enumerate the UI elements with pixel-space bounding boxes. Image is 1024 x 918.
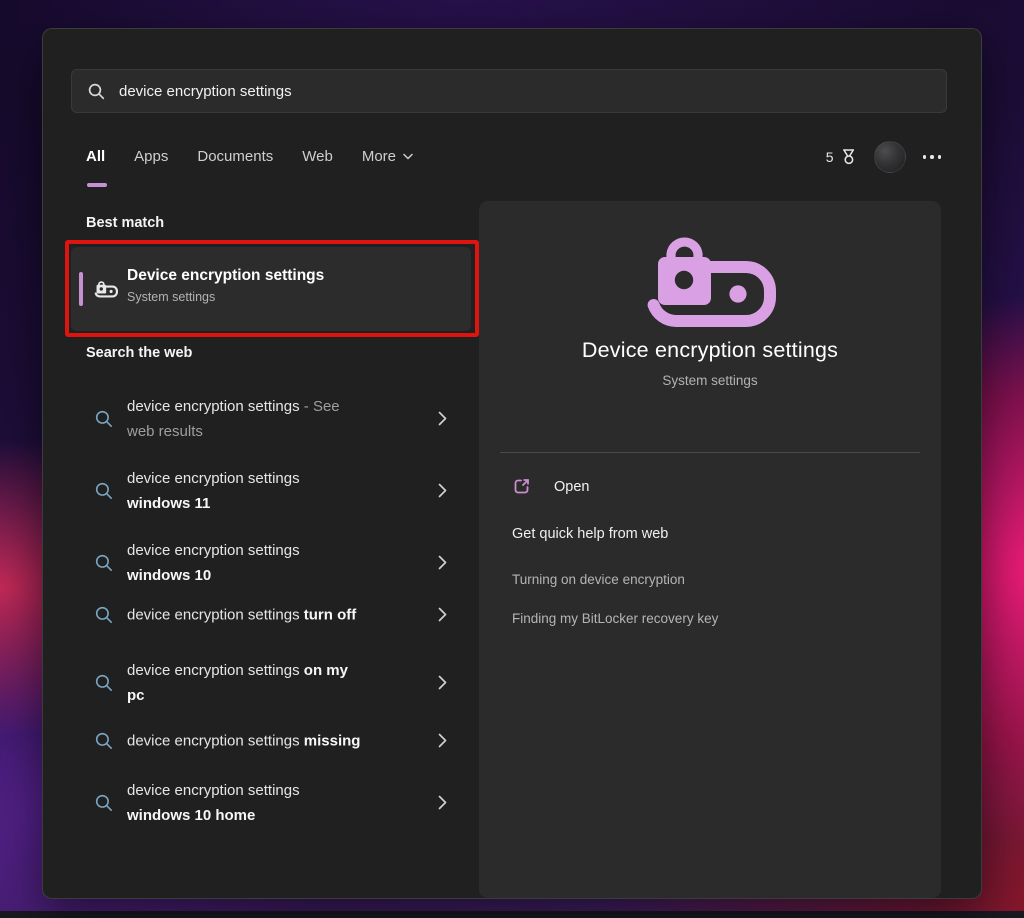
windows-search-flyout: All Apps Documents Web More <box>42 28 982 899</box>
search-icon <box>95 482 113 500</box>
search-icon <box>95 674 113 692</box>
divider <box>500 452 920 453</box>
search-icon <box>88 83 105 100</box>
device-encryption-icon <box>94 281 118 298</box>
search-input[interactable] <box>119 82 930 100</box>
search-icon <box>95 732 113 750</box>
best-match-subtitle: System settings <box>127 290 216 304</box>
chevron-right-icon <box>438 555 447 570</box>
preview-title: Device encryption settings <box>581 338 839 362</box>
rewards-trophy-icon <box>839 148 857 166</box>
search-icon <box>95 606 113 624</box>
desktop-wallpaper: All Apps Documents Web More <box>0 0 1024 918</box>
selection-accent-bar <box>79 272 83 306</box>
best-match-header: Best match <box>86 215 165 231</box>
quick-help-header: Get quick help from web <box>512 526 669 542</box>
best-match-title: Device encryption settings <box>127 267 325 284</box>
web-search-item[interactable]: device encryption settings on my pc <box>71 651 471 715</box>
header-right-cluster: 5 <box>826 140 941 174</box>
tab-web[interactable]: Web <box>302 148 333 179</box>
chevron-down-icon <box>403 153 413 160</box>
web-search-item[interactable]: device encryption settings windows 11 <box>71 459 471 523</box>
taskbar-edge <box>0 911 1024 918</box>
user-avatar[interactable] <box>873 141 906 173</box>
chevron-right-icon <box>438 733 447 748</box>
chevron-right-icon <box>438 411 447 426</box>
help-link-bitlocker-key[interactable]: Finding my BitLocker recovery key <box>512 611 718 626</box>
open-button-label: Open <box>554 478 590 495</box>
chevron-right-icon <box>438 795 447 810</box>
search-filter-tabs: All Apps Documents Web More <box>86 148 413 187</box>
tab-apps[interactable]: Apps <box>134 148 168 179</box>
tab-documents[interactable]: Documents <box>197 148 273 179</box>
help-link-turning-on[interactable]: Turning on device encryption <box>512 572 685 587</box>
more-options-icon[interactable] <box>922 155 941 159</box>
web-search-item[interactable]: device encryption settings turn off <box>71 593 471 637</box>
rewards-badge[interactable]: 5 <box>826 148 857 166</box>
chevron-right-icon <box>438 675 447 690</box>
open-action[interactable]: Open <box>512 477 589 496</box>
active-tab-underline <box>87 183 107 187</box>
web-search-item[interactable]: device encryption settings windows 10 hom… <box>71 771 471 835</box>
web-search-item[interactable]: device encryption settings - See web resu… <box>71 387 471 451</box>
open-external-icon <box>512 477 531 496</box>
search-icon <box>95 554 113 572</box>
web-search-item[interactable]: device encryption settings missing <box>71 719 471 763</box>
chevron-right-icon <box>438 607 447 622</box>
device-encryption-icon-large <box>644 237 776 329</box>
best-match-result[interactable]: Device encryption settings System settin… <box>71 247 471 331</box>
preview-subtitle: System settings <box>662 373 758 388</box>
search-icon <box>95 410 113 428</box>
rewards-count: 5 <box>825 149 834 165</box>
search-icon <box>95 794 113 812</box>
web-search-item[interactable]: device encryption settings windows 10 <box>71 531 471 595</box>
search-the-web-header: Search the web <box>86 345 193 361</box>
search-box[interactable] <box>71 69 947 113</box>
tab-all[interactable]: All <box>86 148 107 187</box>
chevron-right-icon <box>438 483 447 498</box>
tab-more[interactable]: More <box>362 148 413 179</box>
result-preview-panel: Device encryption settings System settin… <box>479 201 941 898</box>
